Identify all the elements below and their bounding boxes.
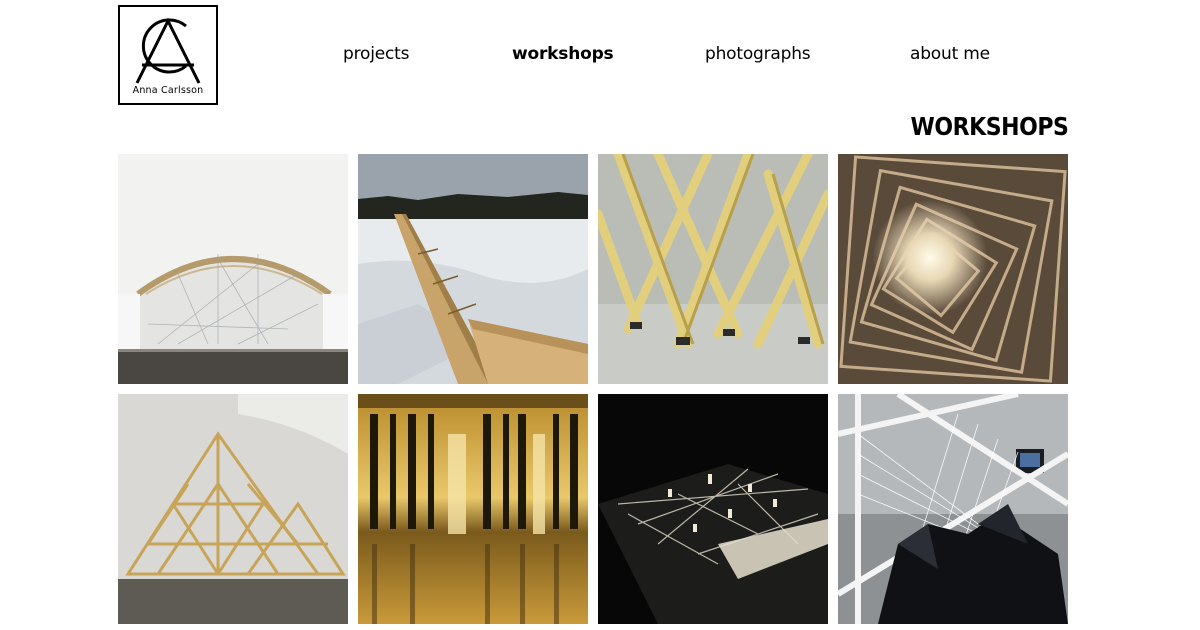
gallery-thumbnail[interactable] [838, 154, 1068, 384]
nav-item-projects[interactable]: projects [343, 44, 409, 64]
logo-name: Anna Carlsson [132, 85, 204, 96]
main-nav: projects workshops photographs about me [0, 44, 1200, 68]
nav-item-about-me[interactable]: about me [910, 44, 990, 64]
gallery-thumbnail[interactable] [598, 154, 828, 384]
gallery-thumbnail[interactable] [118, 394, 348, 624]
gallery-thumbnail[interactable] [358, 394, 588, 624]
page-title: WORKSHOPS [910, 112, 1068, 141]
nav-item-workshops[interactable]: workshops [512, 44, 614, 64]
gallery-thumbnail[interactable] [838, 394, 1068, 624]
gallery-thumbnail[interactable] [598, 394, 828, 624]
gallery-thumbnail[interactable] [358, 154, 588, 384]
nav-item-photographs[interactable]: photographs [705, 44, 811, 64]
gallery-thumbnail[interactable] [118, 154, 348, 384]
workshop-gallery [118, 154, 1068, 624]
